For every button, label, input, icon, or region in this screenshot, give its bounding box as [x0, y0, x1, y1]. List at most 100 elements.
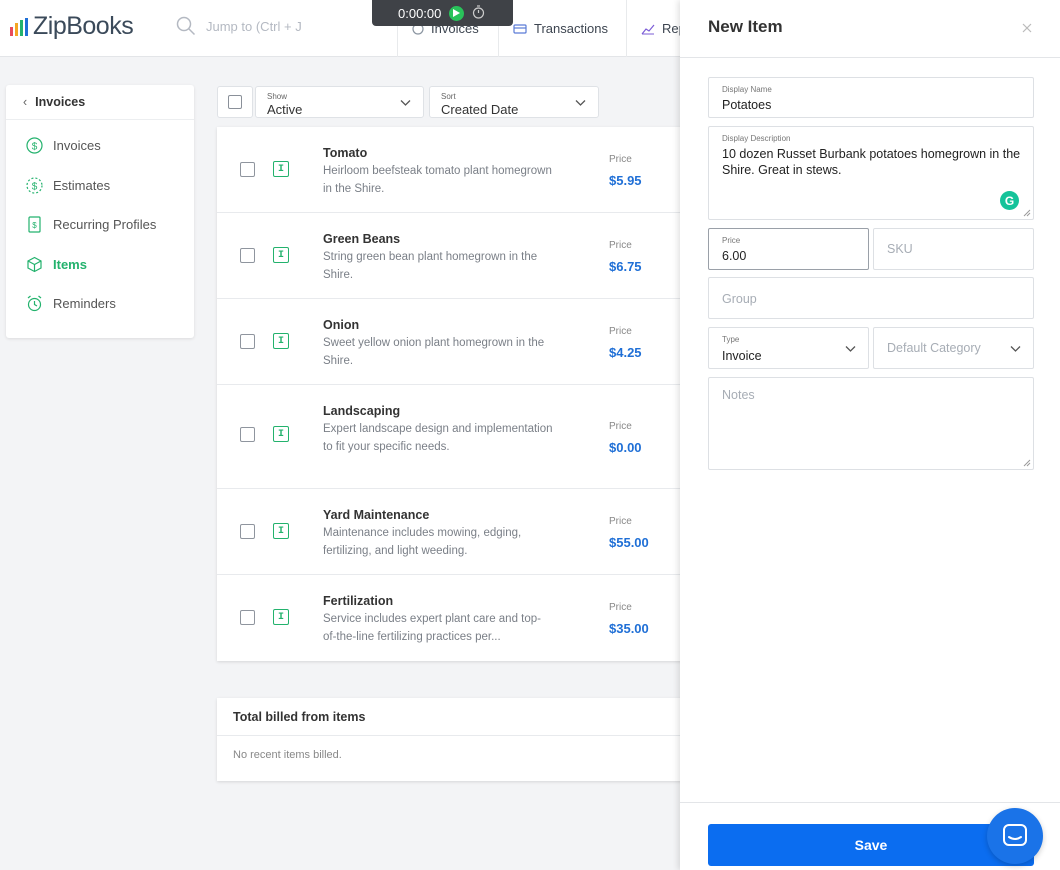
notes-placeholder: Notes [722, 388, 755, 402]
sort-label: Sort [441, 92, 456, 101]
panel-header: New Item [680, 0, 1060, 58]
item-price: $0.00 [609, 440, 642, 455]
item-name: Yard Maintenance [323, 508, 430, 522]
item-type-icon: I [273, 426, 289, 442]
price-field[interactable]: Price 6.00 [708, 228, 869, 270]
play-icon[interactable] [449, 5, 465, 21]
list-item[interactable]: I Landscaping Expert landscape design an… [217, 385, 697, 489]
grammarly-icon[interactable]: G [1000, 191, 1019, 210]
box-icon [27, 256, 42, 272]
list-item[interactable]: I Tomato Heirloom beefsteak tomato plant… [217, 127, 697, 213]
list-item[interactable]: I Green Beans String green bean plant ho… [217, 213, 697, 299]
item-price-label: Price [609, 602, 632, 613]
list-item[interactable]: I Onion Sweet yellow onion plant homegro… [217, 299, 697, 385]
sidebar: ‹ Invoices $ Invoices $ Estimates $ Recu… [6, 85, 194, 338]
sidebar-item-items[interactable]: Items [6, 252, 194, 276]
sku-field[interactable]: SKU [873, 228, 1034, 270]
resize-handle-icon[interactable] [1023, 209, 1031, 217]
svg-text:$: $ [32, 221, 37, 230]
chevron-down-icon [575, 100, 586, 106]
item-price: $35.00 [609, 621, 649, 636]
list-item[interactable]: I Yard Maintenance Maintenance includes … [217, 489, 697, 575]
panel-title: New Item [708, 17, 783, 36]
display-description-field[interactable]: Display Description 10 dozen Russet Burb… [708, 126, 1034, 220]
sort-value: Created Date [441, 102, 519, 117]
select-all-checkbox[interactable] [217, 86, 253, 118]
sidebar-item-label: Reminders [53, 295, 116, 311]
item-name: Green Beans [323, 232, 401, 246]
item-type-icon: I [273, 609, 289, 625]
item-price: $55.00 [609, 535, 649, 550]
transactions-icon [513, 23, 527, 34]
default-category-select[interactable]: Default Category [873, 327, 1034, 369]
sku-placeholder: SKU [887, 242, 913, 256]
chevron-left-icon: ‹ [23, 95, 28, 109]
row-checkbox[interactable] [240, 248, 255, 263]
sidebar-item-label: Items [53, 256, 87, 272]
item-type-icon: I [273, 247, 289, 263]
alarm-clock-icon [27, 295, 42, 311]
chat-launcher[interactable] [987, 808, 1043, 864]
sidebar-back[interactable]: ‹ Invoices [6, 85, 194, 120]
zipbooks-logo[interactable]: ZipBooks [10, 12, 134, 41]
close-icon[interactable] [1022, 20, 1032, 38]
row-checkbox[interactable] [240, 524, 255, 539]
sidebar-item-label: Recurring Profiles [53, 216, 157, 232]
topnav-label: Transactions [534, 21, 608, 36]
item-description: Heirloom beefsteak tomato plant homegrow… [323, 165, 552, 195]
chevron-down-icon [845, 346, 856, 352]
topnav-reports[interactable]: Rep [626, 0, 686, 57]
type-select[interactable]: Type Invoice [708, 327, 869, 369]
search-icon [176, 16, 196, 36]
item-name: Fertilization [323, 594, 394, 608]
price-value: 6.00 [722, 249, 747, 263]
group-field[interactable]: Group [708, 277, 1034, 319]
stopwatch-icon[interactable] [472, 4, 485, 22]
total-billed-card: Total billed from items No recent items … [217, 698, 697, 781]
sort-select[interactable]: Sort Created Date [429, 86, 599, 118]
row-checkbox[interactable] [240, 427, 255, 442]
search-input[interactable] [206, 18, 356, 34]
sidebar-back-label: Invoices [35, 95, 86, 109]
list-item[interactable]: I Fertilization Service includes expert … [217, 575, 697, 661]
item-type-icon: I [273, 161, 289, 177]
display-description-value: 10 dozen Russet Burbank potatoes homegro… [722, 147, 1021, 177]
topnav-transactions[interactable]: Transactions [498, 0, 626, 57]
checkbox-box [228, 95, 242, 109]
item-price-label: Price [609, 326, 632, 337]
default-category-placeholder: Default Category [887, 341, 981, 355]
type-value: Invoice [722, 349, 762, 363]
row-checkbox[interactable] [240, 334, 255, 349]
time-tracker[interactable]: 0:00:00 [372, 0, 513, 26]
sidebar-item-label: Estimates [53, 177, 111, 193]
total-billed-title: Total billed from items [217, 698, 697, 736]
item-description: Sweet yellow onion plant homegrown in th… [323, 337, 545, 367]
sidebar-item-invoices[interactable]: $ Invoices [6, 133, 194, 157]
svg-text:$: $ [32, 181, 38, 192]
row-checkbox[interactable] [240, 610, 255, 625]
sidebar-item-recurring-profiles[interactable]: $ Recurring Profiles [6, 212, 194, 236]
resize-handle-icon[interactable] [1023, 459, 1031, 467]
display-name-field[interactable]: Display Name Potatoes [708, 77, 1034, 118]
item-price: $6.75 [609, 259, 642, 274]
type-label: Type [722, 335, 740, 344]
show-filter-select[interactable]: Show Active [255, 86, 424, 118]
sidebar-item-estimates[interactable]: $ Estimates [6, 173, 194, 197]
item-description: String green bean plant homegrown in the… [323, 251, 538, 281]
dollar-dashed-icon: $ [26, 176, 43, 194]
item-price: $5.95 [609, 173, 642, 188]
reports-icon [641, 24, 655, 34]
search-box[interactable] [176, 16, 356, 36]
item-name: Tomato [323, 146, 368, 160]
display-name-value: Potatoes [722, 98, 772, 112]
notes-field[interactable]: Notes [708, 377, 1034, 470]
logo-bars-icon [10, 17, 28, 36]
save-button[interactable]: Save [708, 824, 1034, 866]
item-description: Maintenance includes mowing, edging, fer… [323, 527, 522, 557]
display-name-label: Display Name [722, 85, 772, 94]
chevron-down-icon [400, 100, 411, 106]
chat-icon [1003, 824, 1027, 846]
new-item-panel: New Item Display Name Potatoes Display D… [680, 0, 1060, 870]
row-checkbox[interactable] [240, 162, 255, 177]
sidebar-item-reminders[interactable]: Reminders [6, 291, 194, 315]
